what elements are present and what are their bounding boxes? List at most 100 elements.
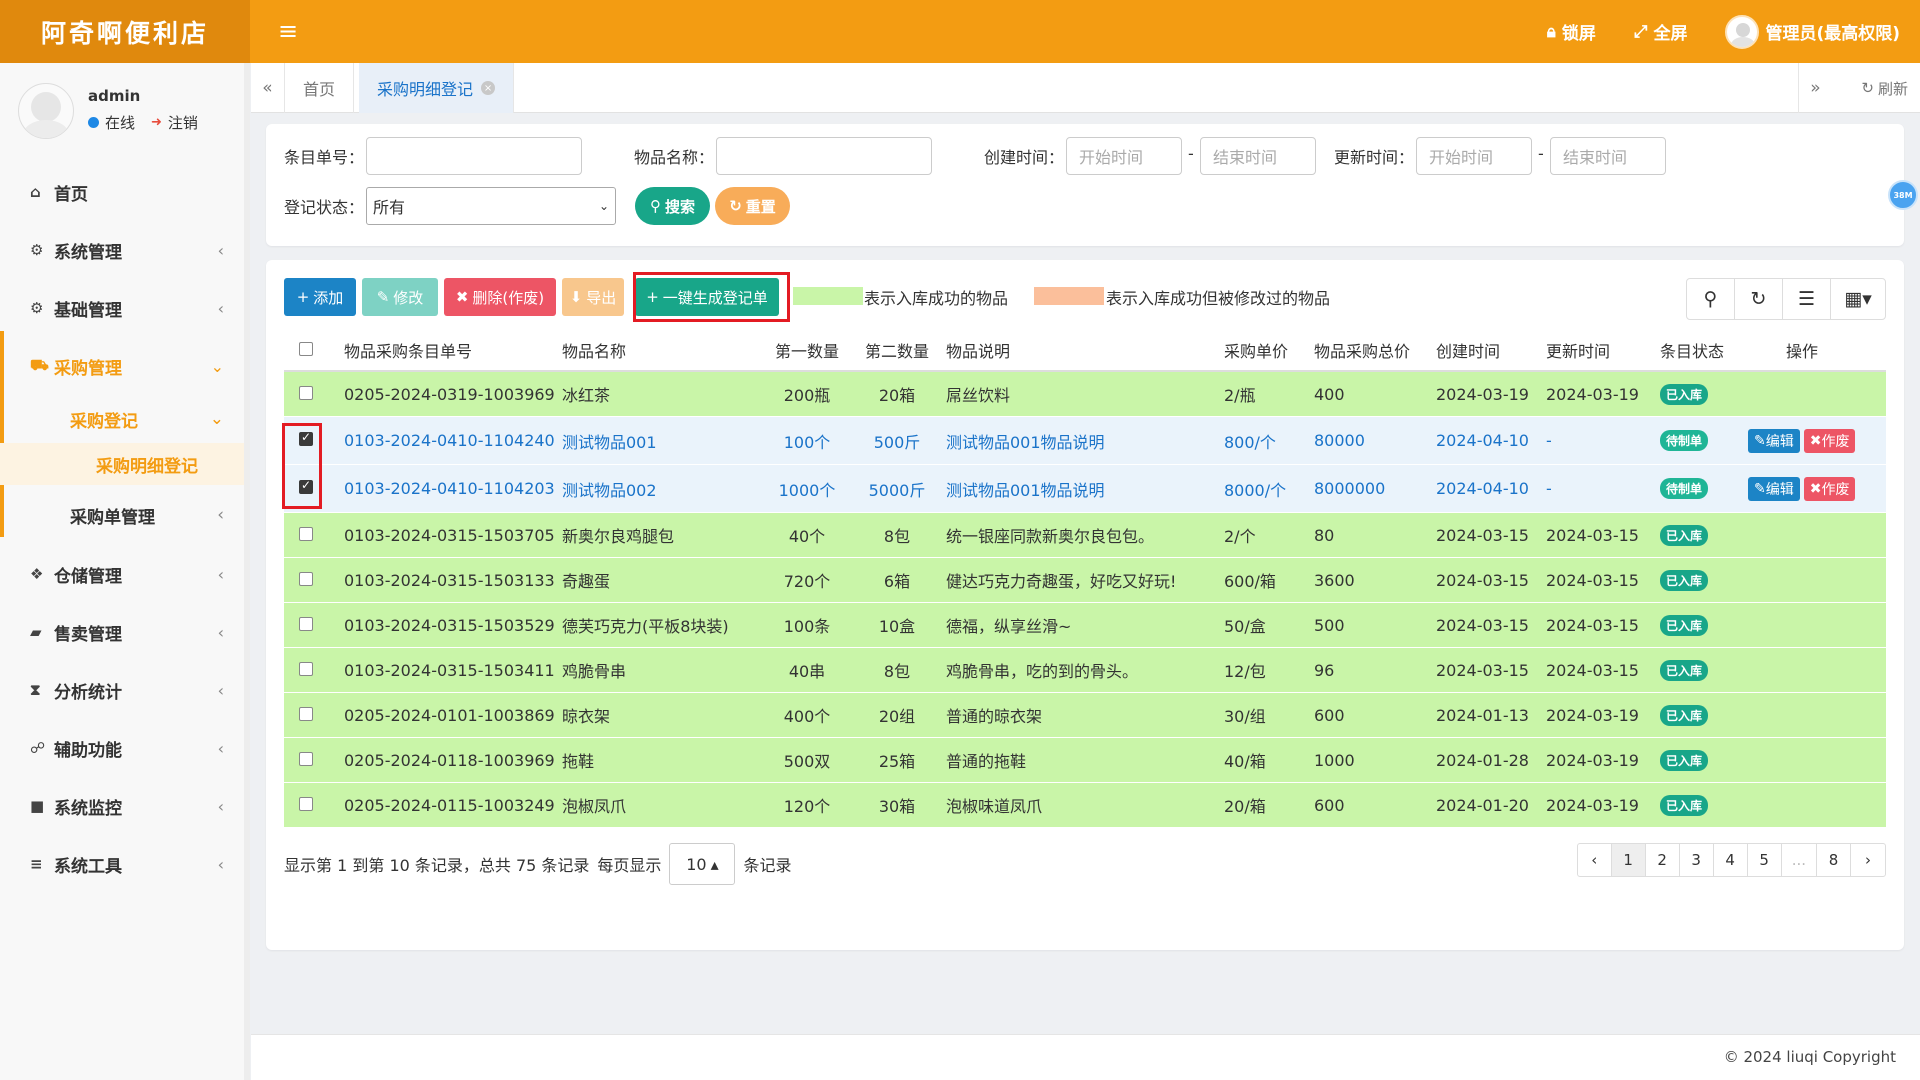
table-row[interactable]: 0205-2024-0118-1003969 拖鞋 500双 25箱 普通的拖鞋… (284, 738, 1886, 783)
delete-button[interactable]: ✖ 删除(作废) (444, 278, 556, 316)
header-actions: 操作 (1785, 342, 1818, 361)
row-checkbox[interactable] (284, 526, 340, 545)
tab-bar: « 首页 采购明细登记 × » ↻ 刷新 (251, 63, 1920, 113)
status-badge: 已入库 (1660, 383, 1709, 405)
header-status[interactable]: 条目状态 (1656, 338, 1748, 362)
sidebar-scrollbar[interactable] (244, 63, 250, 1080)
sidebar-item-home[interactable]: ⌂ 首页 (0, 163, 244, 221)
close-icon[interactable]: × (481, 81, 496, 95)
tab-home[interactable]: 首页 (285, 63, 355, 113)
expand-icon: ⤢ (1633, 21, 1648, 42)
reset-button[interactable]: ↻ 重置 (715, 187, 790, 225)
logout-icon[interactable]: ➜ (151, 115, 162, 130)
table-row[interactable]: 0205-2024-0115-1003249 泡椒凤爪 120个 30箱 泡椒味… (284, 783, 1886, 828)
table-row[interactable]: 0103-2024-0315-1503529 德芙巧克力(平板8块装) 100条… (284, 603, 1886, 648)
highlight-box-checkboxes (282, 423, 322, 509)
sidebar-item-purchase-register[interactable]: 采购登记 ⌄ (0, 395, 244, 443)
chevron-left-icon: ‹ (217, 622, 224, 642)
cubes-icon: ❖ (30, 565, 44, 583)
page-prev[interactable]: ‹ (1578, 844, 1612, 876)
updated-dash: - (1538, 144, 1544, 163)
page-size-select[interactable]: 10 ▴ (669, 843, 736, 885)
fullscreen-button[interactable]: ⤢ 全屏 (1633, 19, 1688, 45)
row-edit-button[interactable]: ✎ 编辑 (1748, 476, 1800, 501)
list-view-icon[interactable]: ☰ (1783, 279, 1831, 319)
logout-link[interactable]: 注销 (168, 112, 198, 133)
tab-purchase-detail[interactable]: 采购明细登记 × (359, 63, 515, 113)
table-row[interactable]: 0205-2024-0101-1003869 晾衣架 400个 20组 普通的晾… (284, 693, 1886, 738)
row-checkbox[interactable] (284, 661, 340, 680)
header-created[interactable]: 创建时间 (1436, 338, 1546, 362)
table-row[interactable]: 0103-2024-0315-1503705 新奥尔良鸡腿包 40个 8包 统一… (284, 513, 1886, 558)
select-all-checkbox[interactable] (284, 341, 340, 360)
sidebar-item-purchase[interactable]: ⛟ 采购管理 ⌄ (0, 337, 244, 395)
sidebar-item-assist[interactable]: ☍ 辅助功能 ‹ (0, 719, 244, 777)
table-row[interactable]: 0103-2024-0410-1104240 测试物品001 100个 500斤… (284, 417, 1886, 465)
header-item-name[interactable]: 物品名称 (562, 338, 762, 362)
row-checkbox[interactable] (284, 385, 340, 404)
row-checkbox[interactable] (284, 751, 340, 770)
row-checkbox[interactable] (284, 796, 340, 815)
sidebar-item-tools[interactable]: ≡ 系统工具 ‹ (0, 835, 244, 893)
item-name-input[interactable] (716, 137, 932, 175)
created-end-input[interactable]: 结束时间 (1200, 137, 1316, 175)
app-logo[interactable]: 阿奇啊便利店 (0, 0, 250, 63)
export-button[interactable]: ⬇ 导出 (562, 278, 624, 316)
updated-start-input[interactable]: 开始时间 (1416, 137, 1532, 175)
user-menu[interactable]: 管理员(最高权限) (1725, 14, 1900, 49)
avatar (18, 83, 74, 139)
menu-toggle-icon[interactable]: ≡ (278, 18, 304, 44)
page-5[interactable]: 5 (1748, 844, 1782, 876)
row-void-button[interactable]: ✖ 作废 (1803, 476, 1856, 501)
tab-scroll-left-icon[interactable]: « (251, 63, 285, 113)
edit-button[interactable]: ✎ 修改 (362, 278, 438, 316)
gear-icon: ⚙ (30, 241, 44, 259)
lock-screen-button[interactable]: 🔒︎ 锁屏 (1547, 19, 1596, 45)
status-select[interactable]: 所有 ⌄ (366, 187, 616, 225)
refresh-button[interactable]: ↻ 刷新 (1861, 63, 1908, 113)
search-icon[interactable]: ⚲ (1687, 279, 1735, 319)
sidebar-item-warehouse[interactable]: ❖ 仓储管理 ‹ (0, 545, 244, 603)
page-2[interactable]: 2 (1646, 844, 1680, 876)
row-checkbox[interactable] (284, 706, 340, 725)
page-8[interactable]: 8 (1817, 844, 1851, 876)
columns-icon[interactable]: ▦▾ (1831, 279, 1885, 319)
memory-badge[interactable]: 38M (1888, 180, 1918, 210)
refresh-icon[interactable]: ↻ (1735, 279, 1783, 319)
item-no-input[interactable] (366, 137, 582, 175)
row-edit-button[interactable]: ✎ 编辑 (1748, 428, 1800, 453)
sidebar-item-basic[interactable]: ⚙ 基础管理 ‹ (0, 279, 244, 337)
header-price[interactable]: 采购单价 (1222, 338, 1312, 362)
created-label: 创建时间： (984, 148, 1065, 167)
sidebar-item-purchase-detail[interactable]: 采购明细登记 (0, 443, 244, 485)
header-total[interactable]: 物品采购总价 (1312, 338, 1436, 362)
page-1[interactable]: 1 (1611, 844, 1646, 876)
page-next[interactable]: › (1851, 844, 1885, 876)
refresh-icon: ↻ (729, 197, 742, 215)
row-void-button[interactable]: ✖ 作废 (1803, 428, 1856, 453)
sidebar-item-system[interactable]: ⚙ 系统管理 ‹ (0, 221, 244, 279)
table-row[interactable]: 0103-2024-0410-1104203 测试物品002 1000个 500… (284, 465, 1886, 513)
header-updated[interactable]: 更新时间 (1546, 338, 1656, 362)
add-button[interactable]: + 添加 (284, 278, 356, 316)
tab-scroll-right-icon[interactable]: » (1798, 63, 1832, 113)
page-4[interactable]: 4 (1714, 844, 1748, 876)
header-item-no[interactable]: 物品采购条目单号 (340, 338, 562, 362)
search-button[interactable]: ⚲ 搜索 (635, 187, 710, 225)
table-row[interactable]: 0205-2024-0319-1003969 冰红茶 200瓶 20箱 屌丝饮料… (284, 372, 1886, 417)
sidebar-item-analytics[interactable]: ⧗ 分析统计 ‹ (0, 661, 244, 719)
row-checkbox[interactable] (284, 616, 340, 635)
page-3[interactable]: 3 (1680, 844, 1714, 876)
header-desc[interactable]: 物品说明 (942, 338, 1222, 362)
sidebar-item-sales[interactable]: ▰ 售卖管理 ‹ (0, 603, 244, 661)
sidebar-item-purchase-orders[interactable]: 采购单管理 ‹ (0, 485, 244, 545)
status-badge: 已入库 (1660, 794, 1709, 816)
sidebar-item-monitor[interactable]: ■ 系统监控 ‹ (0, 777, 244, 835)
table-row[interactable]: 0103-2024-0315-1503133 奇趣蛋 720个 6箱 健达巧克力… (284, 558, 1886, 603)
header-qty1[interactable]: 第一数量 (762, 338, 852, 362)
created-start-input[interactable]: 开始时间 (1066, 137, 1182, 175)
header-qty2[interactable]: 第二数量 (852, 338, 942, 362)
updated-end-input[interactable]: 结束时间 (1550, 137, 1666, 175)
table-row[interactable]: 0103-2024-0315-1503411 鸡脆骨串 40串 8包 鸡脆骨串，… (284, 648, 1886, 693)
row-checkbox[interactable] (284, 571, 340, 590)
